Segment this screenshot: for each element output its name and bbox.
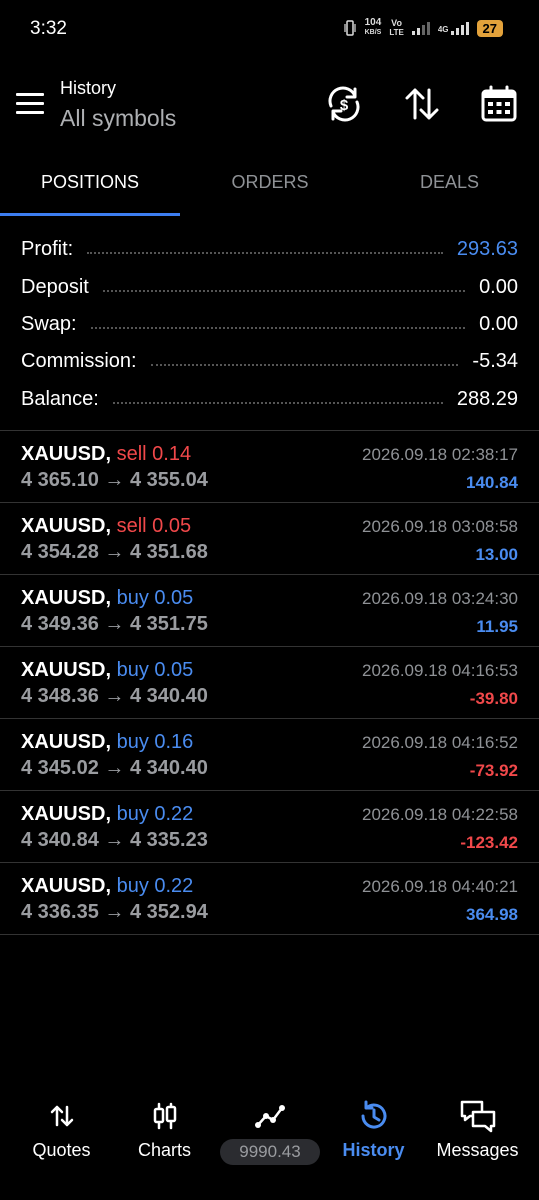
summary-profit: Profit: 293.63 [21,236,518,262]
deal-prices: 4 349.36 → 4 351.75 [21,613,208,635]
deal-time: 2026.09.18 04:22:58 [362,805,518,824]
deal-time: 2026.09.18 04:16:53 [362,661,518,680]
summary-label: Profit: [21,237,74,260]
tab-indicator [0,213,180,216]
summary-balance: Balance: 288.29 [21,386,518,412]
deal-profit: 11.95 [476,617,518,636]
deal-symbol: XAUUSD, buy 0.05 [21,659,194,681]
deal-symbol: XAUUSD, sell 0.14 [21,443,192,465]
deal-row[interactable]: XAUUSD, buy 0.22 4 340.84 → 4 335.23 202… [0,790,539,863]
summary-value: -5.34 [472,349,518,372]
deal-row[interactable]: XAUUSD, buy 0.22 4 336.35 → 4 352.94 202… [0,862,539,935]
deal-side: buy 0.05 [116,587,194,609]
deal-prices: 4 348.36 → 4 340.40 [21,685,208,707]
summary-label: Balance: [21,387,99,410]
deal-profit: -123.42 [460,833,518,852]
deal-time: 2026.09.18 03:08:58 [362,517,518,536]
history-icon [320,1098,427,1134]
deal-side: buy 0.22 [116,875,194,897]
deal-symbol: XAUUSD, sell 0.05 [21,515,192,537]
battery-indicator: 27 [476,19,503,37]
deal-symbol: XAUUSD, buy 0.22 [21,875,194,897]
vibrate-icon [344,20,356,36]
deal-side: buy 0.16 [116,731,194,753]
deal-profit: 140.84 [466,473,518,492]
deal-prices: 4 345.02 → 4 340.40 [21,757,208,779]
dot-leader [102,290,466,292]
tab-positions[interactable]: POSITIONS [0,172,180,193]
deal-row[interactable]: XAUUSD, sell 0.05 4 354.28 → 4 351.68 20… [0,502,539,575]
deal-prices: 4 340.84 → 4 335.23 [21,829,208,851]
nav-quotes[interactable]: Quotes [8,1098,115,1161]
deal-time: 2026.09.18 04:16:52 [362,733,518,752]
signal-icon-1 [411,21,430,35]
deal-row[interactable]: XAUUSD, buy 0.16 4 345.02 → 4 340.40 202… [0,718,539,791]
tab-deals[interactable]: DEALS [360,172,539,193]
summary-label: Swap: [21,312,77,335]
deal-side: sell 0.05 [116,515,192,537]
deal-side: buy 0.05 [116,659,194,681]
nav-label: Messages [436,1140,519,1160]
deal-prices: 4 365.10 → 4 355.04 [21,469,208,491]
currency-sync-icon[interactable]: $ [324,84,364,124]
deal-profit: 364.98 [466,905,518,924]
dot-leader [150,364,459,366]
summary-value: 293.63 [456,237,518,260]
nav-label: History [342,1140,405,1160]
deal-side: buy 0.22 [116,803,194,825]
nav-trade[interactable] [216,1098,323,1134]
summary-value: 0.00 [479,275,518,298]
deal-time: 2026.09.18 04:40:21 [362,877,518,896]
deal-row[interactable]: XAUUSD, buy 0.05 4 348.36 → 4 340.40 202… [0,646,539,719]
deal-profit: 13.00 [475,545,518,564]
messages-icon [424,1098,531,1134]
deal-time: 2026.09.18 03:24:30 [362,589,518,608]
summary-deposit: Deposit 0.00 [21,274,518,300]
deal-time: 2026.09.18 02:38:17 [362,445,518,464]
menu-icon[interactable] [16,93,44,115]
nav-charts[interactable]: Charts [111,1098,218,1161]
tab-orders[interactable]: ORDERS [180,172,360,193]
deal-symbol: XAUUSD, buy 0.16 [21,731,194,753]
trade-icon [216,1098,323,1134]
deal-row[interactable]: XAUUSD, sell 0.14 4 365.10 → 4 355.04 20… [0,430,539,503]
nav-label: Charts [137,1140,191,1160]
summary-label: Deposit [21,275,89,298]
deal-profit: -39.80 [469,689,518,708]
summary-value: 288.29 [456,387,518,410]
net-speed: 104 KB/S [364,17,382,37]
nav-history[interactable]: History [320,1098,427,1161]
charts-icon [111,1098,218,1134]
deal-prices: 4 336.35 → 4 352.94 [21,901,208,923]
status-icons: 104 KB/S Vo LTE 4G 27 [343,18,503,38]
svg-text:$: $ [340,97,349,114]
dot-leader [87,252,443,254]
summary-label: Commission: [21,349,137,372]
list-divider [0,934,539,935]
dot-leader [112,402,443,404]
dot-leader [90,327,466,329]
deal-symbol: XAUUSD, buy 0.05 [21,587,194,609]
calendar-icon[interactable] [479,84,519,124]
deal-prices: 4 354.28 → 4 351.68 [21,541,208,563]
volte-indicator: Vo LTE [389,18,404,37]
deal-symbol: XAUUSD, buy 0.22 [21,803,194,825]
summary-value: 0.00 [479,312,518,335]
status-time: 3:32 [30,18,67,39]
signal-icon-2: 4G [438,21,469,35]
equity-badge: 9990.43 [220,1139,320,1165]
deal-profit: -73.92 [469,761,518,780]
summary-commission: Commission: -5.34 [21,348,518,374]
nav-label: Quotes [32,1140,91,1160]
deal-side: sell 0.14 [116,443,192,465]
nav-messages[interactable]: Messages [424,1098,531,1161]
quotes-icon [8,1098,115,1134]
sort-icon[interactable] [402,84,442,124]
symbol-filter[interactable]: All symbols [60,105,176,132]
deal-row[interactable]: XAUUSD, buy 0.05 4 349.36 → 4 351.75 202… [0,574,539,647]
page-title: History [60,78,117,98]
summary-swap: Swap: 0.00 [21,311,518,337]
